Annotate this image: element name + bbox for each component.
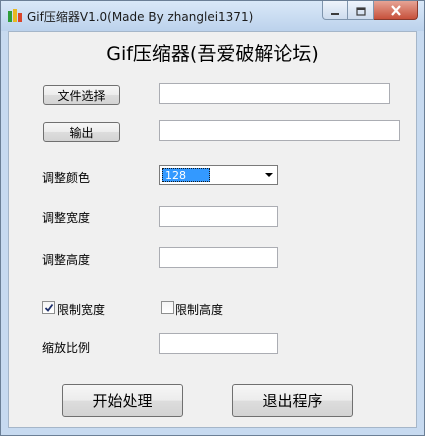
minimize-icon: [330, 1, 340, 20]
height-field[interactable]: [159, 247, 278, 268]
color-label: 调整颜色: [42, 171, 91, 185]
output-path-field[interactable]: [159, 120, 400, 141]
app-icon: [7, 8, 23, 24]
color-select[interactable]: 128: [159, 165, 278, 185]
maximize-button[interactable]: [348, 1, 374, 20]
start-button[interactable]: 开始处理: [62, 384, 183, 417]
output-button[interactable]: 输出: [43, 122, 120, 142]
scale-label: 缩放比例: [42, 341, 91, 355]
exit-button[interactable]: 退出程序: [232, 384, 353, 417]
limit-height-checkbox[interactable]: [161, 301, 174, 314]
width-field[interactable]: [159, 206, 278, 227]
limit-width-checkbox[interactable]: [42, 301, 55, 314]
window-controls: [322, 1, 418, 20]
minimize-button[interactable]: [322, 1, 348, 20]
chevron-down-icon: [265, 173, 273, 177]
limit-height-label: 限制高度: [175, 303, 224, 317]
title-bar[interactable]: Gif压缩器V1.0(Made By zhanglei1371): [1, 1, 424, 31]
close-button[interactable]: [374, 1, 418, 20]
scale-field[interactable]: [159, 333, 278, 354]
window-title: Gif压缩器V1.0(Made By zhanglei1371): [27, 10, 254, 24]
height-label: 调整高度: [42, 253, 91, 267]
input-path-field[interactable]: [159, 83, 390, 104]
select-file-button[interactable]: 文件选择: [43, 85, 120, 105]
limit-width-label: 限制宽度: [57, 303, 106, 317]
close-icon: [390, 1, 402, 20]
width-label: 调整宽度: [42, 211, 91, 225]
maximize-icon: [355, 1, 366, 20]
color-select-value: 128: [162, 168, 210, 182]
page-title: Gif压缩器(吾爱破解论坛): [106, 43, 319, 65]
